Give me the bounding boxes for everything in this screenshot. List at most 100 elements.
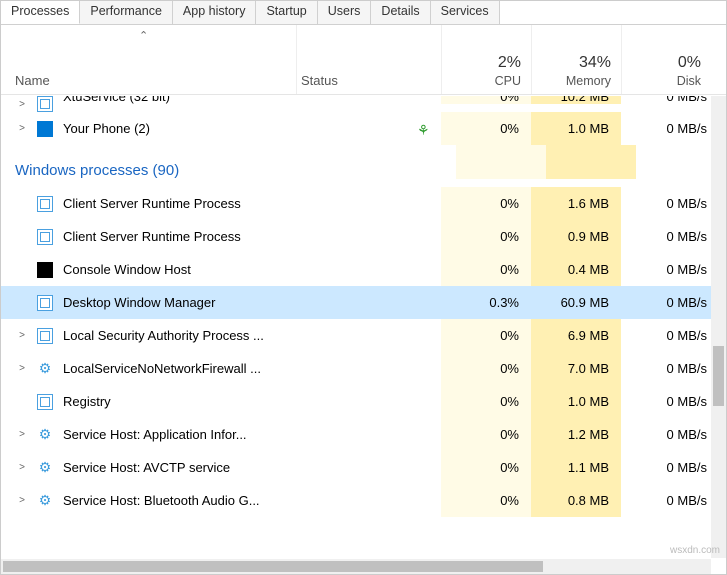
- cell-cpu: 0%: [441, 112, 531, 145]
- watermark: wsxdn.com: [670, 545, 720, 556]
- cell-mem: 0.8 MB: [531, 484, 621, 517]
- header-cpu[interactable]: 2% CPU: [441, 25, 531, 94]
- cell-cpu: 0%: [441, 451, 531, 484]
- process-row[interactable]: > ⚙ Service Host: Application Infor... 0%1.…: [1, 418, 726, 451]
- header-status[interactable]: Status: [296, 25, 441, 94]
- cell-mem: 1.6 MB: [531, 187, 621, 220]
- process-row[interactable]: > ⚙ Service Host: AVCTP service 0%1.1 MB0 M…: [1, 451, 726, 484]
- group-label: Windows processes (90): [15, 162, 179, 179]
- cpu-label: CPU: [442, 74, 521, 88]
- scrollbar-thumb[interactable]: [713, 346, 724, 406]
- cell-mem: 1.1 MB: [531, 451, 621, 484]
- expand-toggle-icon[interactable]: >: [15, 462, 29, 473]
- cell-disk: 0 MB/s: [621, 96, 711, 104]
- gear-icon: ⚙: [37, 493, 53, 509]
- vertical-scrollbar[interactable]: [711, 96, 726, 558]
- process-row[interactable]: >⚙Service Host: Bluetooth Audio G...0%0.…: [1, 484, 726, 517]
- cell-cpu: 0%: [441, 187, 531, 220]
- task-manager-window: ProcessesPerformanceApp historyStartupUs…: [0, 0, 727, 575]
- process-row[interactable]: Client Server Runtime Process 0%1.6 MB0 M…: [1, 187, 726, 220]
- process-name: Local Security Authority Process ...: [63, 328, 264, 343]
- process-name: Desktop Window Manager: [63, 295, 215, 310]
- expand-toggle-icon[interactable]: >: [15, 330, 29, 341]
- cell-disk: 0 MB/s: [621, 286, 711, 319]
- cell-mem: 10.2 MB: [531, 96, 621, 104]
- header-disk[interactable]: 0% Disk: [621, 25, 711, 94]
- console-icon: [37, 262, 53, 278]
- process-row[interactable]: Console Window Host0%0.4 MB0 MB/s: [1, 253, 726, 286]
- cell-cpu: 0%: [441, 385, 531, 418]
- process-row[interactable]: Registry 0%1.0 MB0 MB/s: [1, 385, 726, 418]
- disk-percent: 0%: [622, 54, 701, 72]
- tab-users[interactable]: Users: [318, 1, 372, 24]
- memory-label: Memory: [532, 74, 611, 88]
- process-row[interactable]: >Your Phone (2)⚘0%1.0 MB0 MB/s: [1, 112, 726, 145]
- cell-mem: 1.0 MB: [531, 385, 621, 418]
- expand-toggle-icon[interactable]: >: [15, 495, 29, 506]
- horizontal-scrollbar[interactable]: [1, 559, 711, 574]
- gear-icon: ⚙: [37, 460, 53, 476]
- process-name: Registry: [63, 394, 111, 409]
- cell-cpu: 0.3%: [441, 286, 531, 319]
- cell-disk: 0 MB/s: [621, 253, 711, 286]
- tab-services[interactable]: Services: [431, 1, 500, 24]
- disk-label: Disk: [622, 74, 701, 88]
- process-list[interactable]: >XtuService (32 bit)0%10.2 MB0 MB/s>Your…: [1, 96, 726, 558]
- process-row[interactable]: Desktop Window Manager 0.3%60.9 MB0 MB/s: [1, 286, 726, 319]
- process-row[interactable]: >⚙LocalServiceNoNetworkFirewall ...0%7.0…: [1, 352, 726, 385]
- cell-cpu: 0%: [441, 96, 531, 104]
- leaf-icon: ⚘: [417, 122, 429, 136]
- cell-disk: 0 MB/s: [621, 418, 711, 451]
- gear-icon: ⚙: [37, 427, 53, 443]
- cell-mem: 60.9 MB: [531, 286, 621, 319]
- tab-startup[interactable]: Startup: [256, 1, 317, 24]
- tab-app-history[interactable]: App history: [173, 1, 257, 24]
- process-row[interactable]: Client Server Runtime Process0%0.9 MB0 M…: [1, 220, 726, 253]
- process-name: XtuService (32 bit): [63, 96, 170, 104]
- cell-disk: 0 MB/s: [621, 187, 711, 220]
- header-memory[interactable]: 34% Memory: [531, 25, 621, 94]
- app-window-icon: [37, 196, 53, 212]
- cell-mem: 0.9 MB: [531, 220, 621, 253]
- process-name: Service Host: AVCTP service: [63, 460, 230, 475]
- expand-toggle-icon[interactable]: >: [15, 363, 29, 374]
- cell-disk: 0 MB/s: [621, 220, 711, 253]
- process-row[interactable]: > Local Security Authority Process ... 0%6…: [1, 319, 726, 352]
- cell-disk: 0 MB/s: [621, 385, 711, 418]
- app-window-icon: [37, 295, 53, 311]
- cell-mem: 6.9 MB: [531, 319, 621, 352]
- process-row[interactable]: > XtuService (32 bit) 0%10.2 MB0 MB/s: [1, 96, 726, 112]
- tab-details[interactable]: Details: [371, 1, 430, 24]
- app-window-icon: [37, 229, 53, 245]
- cell-disk: 0 MB/s: [621, 484, 711, 517]
- memory-percent: 34%: [532, 54, 611, 72]
- cell-mem: 1.2 MB: [531, 418, 621, 451]
- cell-mem: 1.0 MB: [531, 112, 621, 145]
- expand-toggle-icon[interactable]: >: [15, 99, 29, 110]
- process-name: Console Window Host: [63, 262, 191, 277]
- sort-indicator-icon: ⌃: [139, 29, 148, 42]
- cell-cpu: 0%: [441, 484, 531, 517]
- expand-toggle-icon[interactable]: >: [15, 123, 29, 134]
- tab-bar: ProcessesPerformanceApp historyStartupUs…: [1, 1, 726, 25]
- gear-icon: ⚙: [37, 361, 53, 377]
- cell-disk: 0 MB/s: [621, 451, 711, 484]
- cell-disk: 0 MB/s: [621, 319, 711, 352]
- expand-toggle-icon[interactable]: >: [15, 429, 29, 440]
- cell-cpu: 0%: [441, 352, 531, 385]
- scrollbar-thumb[interactable]: [3, 561, 543, 572]
- column-headers: ⌃ Name Status 2% CPU 34% Memory 0% Disk: [1, 25, 726, 95]
- cell-mem: 7.0 MB: [531, 352, 621, 385]
- header-name[interactable]: Name: [1, 73, 296, 94]
- cell-mem: 0.4 MB: [531, 253, 621, 286]
- cell-cpu: 0%: [441, 418, 531, 451]
- process-name: Client Server Runtime Process: [63, 229, 241, 244]
- tab-performance[interactable]: Performance: [80, 1, 173, 24]
- tab-processes[interactable]: Processes: [1, 1, 80, 24]
- process-name: Service Host: Application Infor...: [63, 427, 247, 442]
- app-window-icon: [37, 394, 53, 410]
- cell-disk: 0 MB/s: [621, 352, 711, 385]
- cell-cpu: 0%: [441, 319, 531, 352]
- process-name: Client Server Runtime Process: [63, 196, 241, 211]
- group-header-windows-processes[interactable]: Windows processes (90): [1, 145, 726, 187]
